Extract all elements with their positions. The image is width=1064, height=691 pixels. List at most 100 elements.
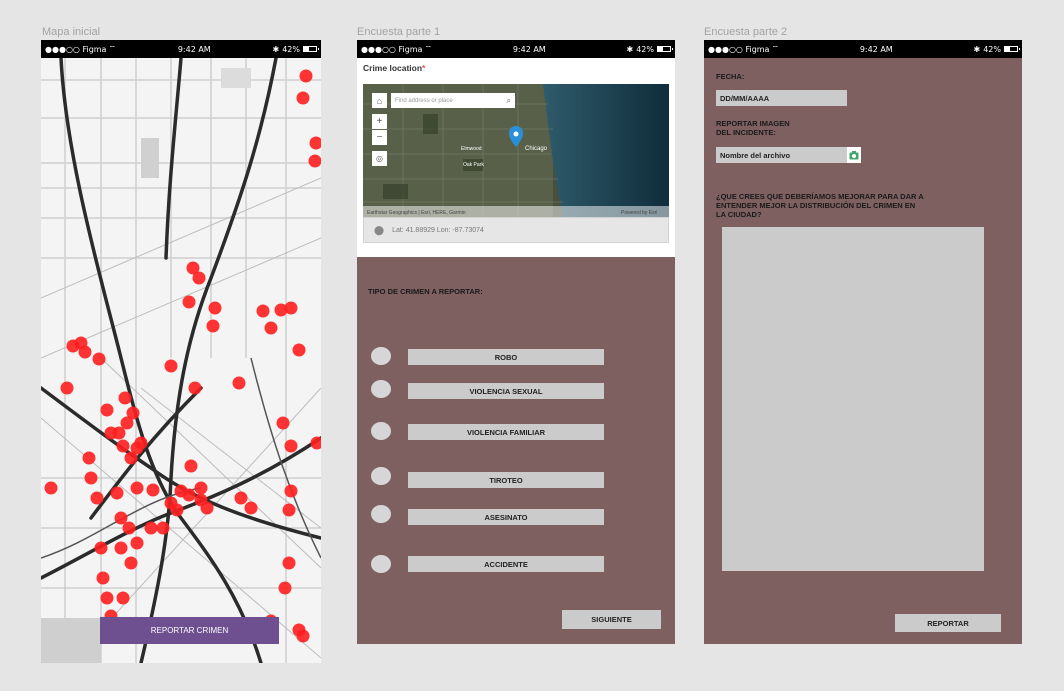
crime-marker[interactable]	[284, 439, 298, 453]
zoom-in-button[interactable]: +	[372, 114, 387, 129]
crime-marker[interactable]	[296, 91, 310, 105]
crime-marker[interactable]	[112, 426, 126, 440]
image-label-line1: REPORTAR IMAGEN	[716, 119, 790, 128]
carrier-label: ●●●○○ Figma	[361, 44, 423, 54]
radio-robo[interactable]	[371, 347, 391, 365]
crime-marker[interactable]	[114, 541, 128, 555]
next-button[interactable]: SIGUIENTE	[562, 610, 661, 629]
crime-marker[interactable]	[96, 571, 110, 585]
radio-tiroteo[interactable]	[371, 467, 391, 485]
battery-percent: 42%	[983, 44, 1001, 54]
crime-marker[interactable]	[118, 391, 132, 405]
crime-marker[interactable]	[116, 439, 130, 453]
crime-marker[interactable]	[299, 69, 313, 83]
bluetooth-icon: ✱	[973, 44, 981, 54]
crime-map[interactable]	[41, 58, 321, 663]
crime-marker[interactable]	[44, 481, 58, 495]
crime-type-label: TIPO DE CRIMEN A REPORTAR:	[368, 287, 483, 296]
crime-marker[interactable]	[170, 503, 184, 517]
crime-marker[interactable]	[276, 416, 290, 430]
crime-marker[interactable]	[264, 321, 278, 335]
crime-marker[interactable]	[116, 591, 130, 605]
option-robo[interactable]: ROBO	[408, 349, 604, 365]
crime-marker[interactable]	[100, 591, 114, 605]
locate-icon[interactable]: ◎	[372, 151, 387, 166]
crime-marker[interactable]	[100, 403, 114, 417]
crime-marker[interactable]	[208, 301, 222, 315]
wifi-icon: ⌔	[108, 44, 116, 53]
crime-marker[interactable]	[284, 484, 298, 498]
search-icon[interactable]: ⌕	[507, 96, 511, 106]
crime-marker[interactable]	[60, 381, 74, 395]
status-bar: ●●●○○ Figma ⌔ 9:42 AM ✱ 42%	[357, 40, 675, 58]
camera-icon[interactable]	[847, 147, 861, 163]
feedback-textarea[interactable]	[722, 227, 984, 571]
crime-marker[interactable]	[130, 481, 144, 495]
crime-marker[interactable]	[244, 501, 258, 515]
home-icon[interactable]: ⌂	[372, 93, 387, 108]
crime-marker[interactable]	[292, 343, 306, 357]
crime-marker[interactable]	[284, 301, 298, 315]
crime-marker[interactable]	[90, 491, 104, 505]
crime-marker[interactable]	[194, 481, 208, 495]
crime-marker[interactable]	[130, 536, 144, 550]
crime-marker[interactable]	[144, 521, 158, 535]
crime-marker[interactable]	[296, 629, 310, 643]
crime-marker[interactable]	[256, 304, 270, 318]
crime-marker[interactable]	[308, 154, 322, 168]
crime-marker[interactable]	[84, 471, 98, 485]
crime-marker[interactable]	[124, 451, 138, 465]
survey-part1-screen: ●●●○○ Figma ⌔ 9:42 AM ✱ 42% Crime locati…	[357, 40, 675, 644]
crime-marker[interactable]	[122, 521, 136, 535]
status-bar: ●●●○○ Figma ⌔ 9:42 AM ✱ 42%	[704, 40, 1022, 58]
bluetooth-icon: ✱	[626, 44, 634, 54]
crime-marker[interactable]	[234, 491, 248, 505]
option-asesinato[interactable]: ASESINATO	[408, 509, 604, 525]
option-accidente[interactable]: ACCIDENTE	[408, 556, 604, 572]
crime-marker[interactable]	[232, 376, 246, 390]
zoom-out-button[interactable]: −	[372, 130, 387, 145]
date-input[interactable]: DD/MM/AAAA	[716, 90, 847, 106]
crime-marker[interactable]	[282, 556, 296, 570]
crime-marker[interactable]	[184, 459, 198, 473]
radio-accidente[interactable]	[371, 555, 391, 573]
crime-marker[interactable]	[134, 436, 148, 450]
radio-violencia-sexual[interactable]	[371, 380, 391, 398]
status-bar: ●●●○○ Figma ⌔ 9:42 AM ✱ 42%	[41, 40, 321, 58]
report-button[interactable]: REPORTAR	[895, 614, 1001, 632]
radio-asesinato[interactable]	[371, 505, 391, 523]
clock: 9:42 AM	[512, 44, 546, 54]
clock: 9:42 AM	[859, 44, 893, 54]
map-search-input[interactable]: Find address or place ⌕	[391, 93, 515, 108]
crime-marker[interactable]	[124, 556, 138, 570]
crime-marker[interactable]	[156, 521, 170, 535]
option-violencia-familiar[interactable]: VIOLENCIA FAMILIAR	[408, 424, 604, 440]
frame-title-map: Mapa inicial	[42, 26, 101, 38]
question-line2: ENTENDER MEJOR LA DISTRIBUCIÓN DEL CRIME…	[716, 201, 916, 210]
crime-marker[interactable]	[182, 488, 196, 502]
crime-marker[interactable]	[110, 486, 124, 500]
file-input[interactable]: Nombre del archivo	[716, 147, 847, 163]
required-mark: *	[422, 63, 426, 73]
radio-violencia-familiar[interactable]	[371, 422, 391, 440]
crime-marker[interactable]	[278, 581, 292, 595]
crime-marker[interactable]	[82, 451, 96, 465]
crime-marker[interactable]	[146, 483, 160, 497]
option-violencia-sexual[interactable]: VIOLENCIA SEXUAL	[408, 383, 604, 399]
location-map[interactable]: Earthstar Geographics | Esri, HERE, Garm…	[363, 84, 669, 217]
image-label-line2: DEL INCIDENTE:	[716, 128, 776, 137]
crime-marker[interactable]	[164, 359, 178, 373]
battery-percent: 42%	[282, 44, 300, 54]
crime-marker[interactable]	[282, 503, 296, 517]
report-crime-button[interactable]: REPORTAR CRIMEN	[100, 617, 279, 644]
crime-marker[interactable]	[78, 345, 92, 359]
crime-marker[interactable]	[94, 541, 108, 555]
crime-marker[interactable]	[92, 352, 106, 366]
crime-marker[interactable]	[192, 271, 206, 285]
bluetooth-icon: ✱	[272, 44, 280, 54]
crime-marker[interactable]	[182, 295, 196, 309]
crime-marker[interactable]	[206, 319, 220, 333]
crime-marker[interactable]	[194, 493, 208, 507]
option-tiroteo[interactable]: TIROTEO	[408, 472, 604, 488]
crime-marker[interactable]	[188, 381, 202, 395]
